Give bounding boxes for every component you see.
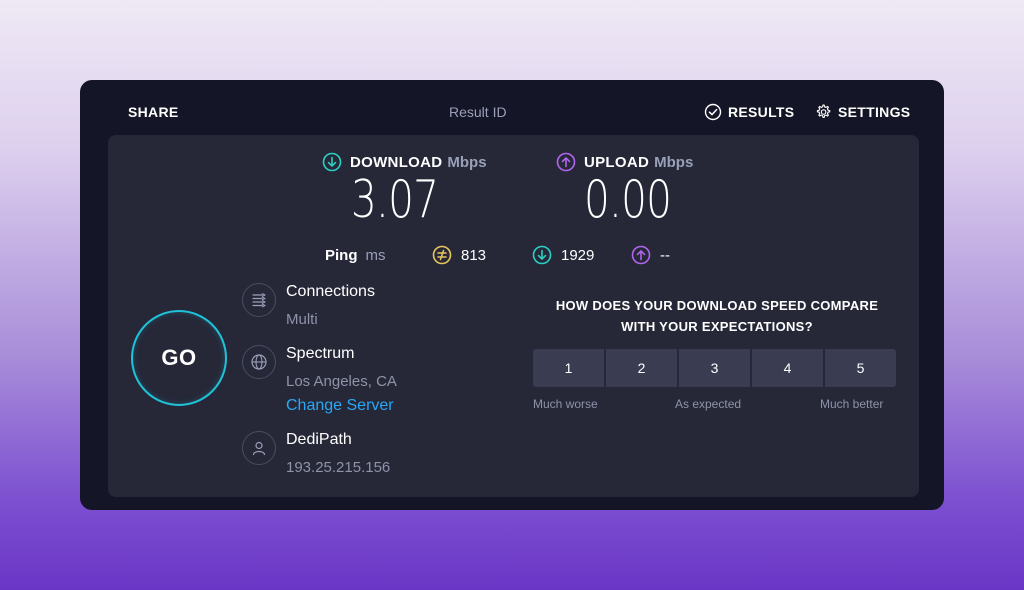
results-button[interactable]: RESULTS bbox=[704, 103, 794, 121]
ping-download-value: 1929 bbox=[561, 246, 595, 264]
isp-name: Spectrum bbox=[286, 345, 355, 362]
upload-header: UPLOAD Mbps bbox=[556, 152, 693, 172]
results-label: RESULTS bbox=[728, 104, 795, 120]
download-latency-icon bbox=[532, 245, 552, 265]
go-button[interactable]: GO bbox=[131, 310, 227, 406]
ping-row: Ping ms bbox=[325, 245, 386, 265]
download-header: DOWNLOAD Mbps bbox=[322, 152, 487, 172]
rating-button-1[interactable]: 1 bbox=[533, 349, 604, 387]
ping-upload-value: -- bbox=[660, 246, 670, 264]
connections-icon bbox=[242, 283, 276, 317]
ping-unit: ms bbox=[365, 246, 386, 264]
connections-value: Multi bbox=[286, 311, 318, 328]
connections-title: Connections bbox=[286, 283, 375, 300]
results-panel: DOWNLOAD Mbps 3.07 UPLOAD Mbps 0.00 Ping… bbox=[108, 135, 919, 497]
download-value: 3.07 bbox=[351, 170, 439, 230]
result-id-label: Result ID bbox=[449, 104, 507, 120]
download-arrow-icon bbox=[322, 152, 342, 172]
rating-button-5[interactable]: 5 bbox=[825, 349, 896, 387]
scale-right-label: Much better bbox=[820, 397, 884, 411]
ping-idle-value: 813 bbox=[461, 246, 487, 264]
upload-value: 0.00 bbox=[584, 170, 672, 230]
scale-left-label: Much worse bbox=[533, 397, 598, 411]
host-ip: 193.25.215.156 bbox=[286, 459, 391, 476]
share-button[interactable]: SHARE bbox=[128, 104, 179, 120]
host-name: DediPath bbox=[286, 431, 352, 448]
download-label: DOWNLOAD bbox=[350, 153, 443, 171]
speedtest-card: SHARE Result ID RESULTS SETTINGS DOWNLOA… bbox=[80, 80, 944, 510]
upload-label: UPLOAD bbox=[584, 153, 650, 171]
upload-unit: Mbps bbox=[654, 153, 694, 171]
globe-icon bbox=[242, 345, 276, 379]
ping-idle: 813 bbox=[432, 245, 486, 265]
rating-button-4[interactable]: 4 bbox=[752, 349, 823, 387]
survey-question-line2: WITH YOUR EXPECTATIONS? bbox=[621, 319, 813, 334]
upload-arrow-icon bbox=[556, 152, 576, 172]
top-bar: SHARE Result ID RESULTS SETTINGS bbox=[80, 80, 944, 135]
download-unit: Mbps bbox=[447, 153, 487, 171]
gear-icon bbox=[816, 104, 831, 118]
survey-question-line1: HOW DOES YOUR DOWNLOAD SPEED COMPARE bbox=[555, 298, 879, 313]
ping-download: 1929 bbox=[532, 245, 594, 265]
rating-buttons: 1 2 3 4 5 bbox=[533, 349, 896, 387]
survey-question: HOW DOES YOUR DOWNLOAD SPEED COMPARE WIT… bbox=[532, 295, 902, 337]
rating-button-3[interactable]: 3 bbox=[679, 349, 750, 387]
user-icon bbox=[242, 431, 276, 465]
rating-button-2[interactable]: 2 bbox=[606, 349, 677, 387]
scale-mid-label: As expected bbox=[675, 397, 742, 411]
ping-upload: -- bbox=[631, 245, 670, 265]
ping-label: Ping bbox=[325, 246, 358, 264]
check-circle-icon bbox=[704, 103, 722, 121]
upload-latency-icon bbox=[631, 245, 651, 265]
isp-location: Los Angeles, CA bbox=[286, 373, 397, 390]
change-server-link[interactable]: Change Server bbox=[286, 397, 394, 415]
idle-latency-icon bbox=[432, 245, 452, 265]
settings-label: SETTINGS bbox=[838, 104, 911, 120]
settings-button[interactable]: SETTINGS bbox=[814, 103, 910, 121]
